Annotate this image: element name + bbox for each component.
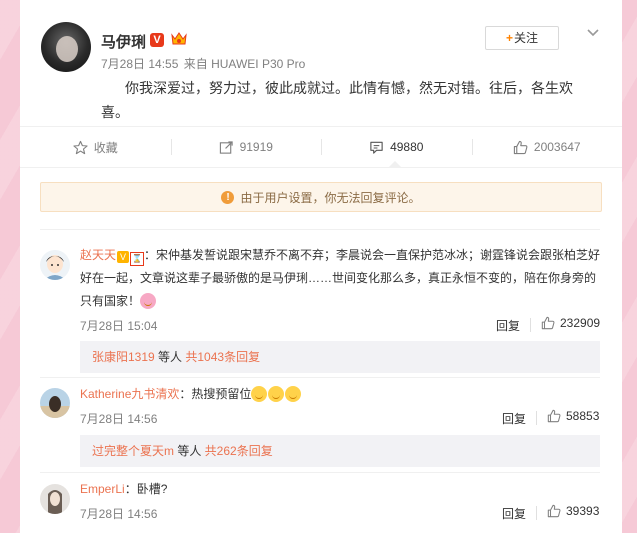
- post-time[interactable]: 7月28日 14:55: [101, 57, 178, 71]
- comment-avatar[interactable]: [40, 388, 70, 418]
- comment-like-button[interactable]: 39393: [547, 504, 599, 518]
- sub-reply-mid: 等人: [174, 444, 205, 458]
- vip-crown-icon: [170, 31, 188, 47]
- repost-button[interactable]: 91919: [170, 127, 322, 167]
- verified-v-icon: V: [117, 251, 130, 263]
- reply-button[interactable]: 回复: [496, 317, 520, 334]
- comment-like-count: 232909: [560, 316, 601, 330]
- sub-replies-summary[interactable]: 张康阳1319 等人 共1043条回复: [80, 341, 600, 373]
- comment-time: 7月28日 14:56: [80, 507, 158, 521]
- sub-reply-user[interactable]: 过完整个夏天m: [92, 444, 174, 458]
- comment-username[interactable]: 赵天天: [80, 248, 116, 262]
- author-name[interactable]: 马伊琍: [101, 31, 146, 52]
- share-icon: [219, 140, 233, 154]
- comment-button[interactable]: 49880: [321, 127, 472, 168]
- divider: [536, 506, 537, 520]
- like-icon: [513, 140, 528, 154]
- laughing-emoji-icon: [251, 386, 268, 402]
- star-icon: [73, 140, 88, 154]
- notice-text: 由于用户设置，你无法回复评论。: [240, 190, 421, 205]
- comment-count: 49880: [390, 140, 424, 154]
- post-source: 来自 HUAWEI P30 Pro: [183, 57, 306, 71]
- hourglass-badge-icon: ⌛: [130, 252, 145, 266]
- post-header: 马伊琍 V 7月28日 14:55 来自 HUAWEI P30 Pro +关注 …: [20, 0, 622, 126]
- comment-text: ：热搜预留位: [179, 387, 252, 401]
- divider: [40, 229, 600, 230]
- like-icon: [541, 316, 555, 330]
- post-text: 你我深爱过，努力过，彼此成就过。此情有憾，然无对错。往后，各生欢喜。: [101, 80, 573, 120]
- comment-like-button[interactable]: 232909: [541, 316, 600, 330]
- comment-icon: [370, 141, 383, 154]
- verified-v-icon: V: [150, 33, 164, 47]
- warning-icon: !: [221, 190, 235, 204]
- divider: [536, 411, 537, 425]
- author-avatar[interactable]: [41, 22, 91, 72]
- weibo-post-card: 马伊琍 V 7月28日 14:55 来自 HUAWEI P30 Pro +关注 …: [20, 0, 622, 533]
- comment-username[interactable]: Katherine九书清欢: [80, 387, 179, 401]
- laughing-emoji-icon: [268, 386, 285, 402]
- divider: [40, 377, 600, 378]
- sub-reply-count-link[interactable]: 共262条回复: [205, 444, 273, 458]
- reply-button[interactable]: 回复: [502, 410, 526, 427]
- follow-button[interactable]: +关注: [485, 26, 559, 50]
- comment-content: Katherine九书清欢：热搜预留位: [80, 383, 605, 406]
- like-count: 2003647: [533, 140, 581, 154]
- comment-like-button[interactable]: 58853: [547, 409, 599, 423]
- comment-like-count: 58853: [566, 409, 600, 423]
- comment-text: ：卧槽?: [124, 482, 168, 496]
- repost-count: 91919: [239, 140, 273, 154]
- sub-reply-count-link[interactable]: 共1043条回复: [185, 350, 260, 364]
- comment-text: ：宋仲基发誓说跟宋慧乔不离不弃；李晨说会一直保护范冰冰；谢霆锋说会跟张柏芝好好在…: [80, 248, 601, 308]
- post-action-bar: 收藏 91919 49880 2003647: [20, 126, 622, 168]
- comment-avatar[interactable]: [40, 250, 70, 280]
- sub-reply-user[interactable]: 张康阳1319: [92, 350, 155, 364]
- reply-disabled-notice: ! 由于用户设置，你无法回复评论。: [40, 182, 602, 212]
- comment-time: 7月28日 15:04: [80, 319, 158, 333]
- comment-content: 赵天天 V ⌛ ：宋仲基发誓说跟宋慧乔不离不弃；李晨说会一直保护范冰冰；谢霆锋说会跟张…: [80, 244, 605, 313]
- like-button[interactable]: 2003647: [471, 127, 623, 167]
- sub-replies-summary[interactable]: 过完整个夏天m 等人 共262条回复: [80, 435, 600, 467]
- divider: [40, 472, 600, 473]
- comment-time: 7月28日 14:56: [80, 412, 158, 426]
- post-meta: 7月28日 14:55 来自 HUAWEI P30 Pro: [101, 55, 307, 72]
- favorite-button[interactable]: 收藏: [20, 127, 171, 167]
- sub-reply-mid: 等人: [154, 350, 186, 364]
- divider: [530, 318, 531, 332]
- laughing-emoji-icon: [285, 386, 302, 402]
- pig-emoji-icon: [140, 293, 157, 309]
- like-icon: [547, 409, 561, 423]
- comment-username[interactable]: EmperLi: [80, 482, 125, 496]
- chevron-down-icon[interactable]: [586, 26, 600, 40]
- favorite-label: 收藏: [93, 140, 118, 155]
- like-icon: [547, 504, 561, 518]
- comment-avatar[interactable]: [40, 484, 70, 514]
- comment-content: EmperLi：卧槽?: [80, 478, 605, 501]
- comment-like-count: 39393: [566, 504, 600, 518]
- reply-button[interactable]: 回复: [502, 505, 526, 522]
